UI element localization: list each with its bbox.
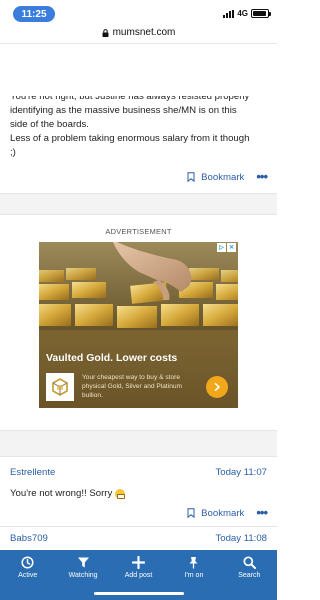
- post-time[interactable]: Today 11:07: [215, 467, 267, 478]
- more-options-button[interactable]: •••: [256, 506, 268, 519]
- section-gap: [0, 194, 277, 214]
- nav-label: Active: [18, 571, 38, 579]
- author-name[interactable]: Babs709: [10, 533, 48, 544]
- post-actions: Bookmark •••: [0, 167, 277, 187]
- gold-bars-image: [39, 242, 238, 342]
- ad-cta-button[interactable]: [206, 376, 228, 398]
- author-name[interactable]: Estrellente: [10, 467, 55, 478]
- search-icon: [242, 555, 256, 569]
- bookmark-label: Bookmark: [201, 171, 245, 183]
- section-gap: [0, 431, 277, 456]
- reply-header: Estrellente Today 11:07: [0, 463, 277, 481]
- address-bar[interactable]: mumsnet.com: [0, 22, 277, 44]
- grimace-emoji-icon: [115, 488, 126, 499]
- bookmark-button[interactable]: Bookmark: [187, 172, 244, 183]
- lock-icon: [102, 28, 109, 37]
- nav-search[interactable]: Search: [222, 550, 277, 584]
- advertisement[interactable]: ▷ ✕ Vaulted Gold. Lower costs Your cheape…: [39, 242, 238, 408]
- post-line: side of the boards.: [10, 119, 89, 130]
- pin-icon: [187, 556, 201, 569]
- advertiser-logo: [46, 373, 74, 401]
- filter-icon: [76, 556, 90, 569]
- bookmark-icon: [187, 508, 195, 518]
- bookmark-button[interactable]: Bookmark: [187, 508, 244, 519]
- bookmark-icon: [187, 172, 195, 182]
- signal-icon: [223, 9, 235, 18]
- reply-body: You're not wrong!! Sorry: [10, 488, 126, 499]
- content-clip: [0, 44, 277, 96]
- post-line: identifying as the massive business she/…: [10, 105, 237, 116]
- nav-add-post[interactable]: Add post: [111, 550, 166, 584]
- home-indicator[interactable]: [94, 592, 184, 595]
- network-type: 4G: [237, 9, 248, 18]
- url-text: mumsnet.com: [112, 27, 176, 38]
- status-indicators: 4G: [223, 9, 271, 18]
- divider: [0, 526, 277, 527]
- nav-watching[interactable]: Watching: [55, 550, 110, 584]
- reply-text: You're not wrong!! Sorry: [10, 488, 113, 499]
- chevron-right-icon: [214, 383, 220, 391]
- divider: [0, 456, 277, 457]
- battery-icon: [251, 9, 271, 18]
- more-options-button[interactable]: •••: [256, 170, 268, 183]
- post-time[interactable]: Today 11:08: [215, 533, 267, 544]
- plus-icon: [132, 555, 146, 569]
- ad-choices-icon[interactable]: ▷ ✕: [217, 243, 236, 252]
- post-line: ;): [10, 147, 16, 158]
- post-body: You're not right, but Justine has always…: [10, 90, 272, 160]
- ad-description: Your cheapest way to buy & store physica…: [82, 374, 183, 399]
- next-post-header: Babs709 Today 11:08: [0, 529, 277, 547]
- nav-label: I'm on: [184, 571, 204, 579]
- nav-label: Watching: [68, 571, 98, 579]
- divider: [0, 214, 277, 215]
- reply-actions: Bookmark •••: [0, 503, 277, 523]
- status-bar: 11:25 4G: [0, 0, 277, 22]
- ad-label: ADVERTISEMENT: [105, 227, 172, 236]
- nav-label: Search: [238, 571, 261, 579]
- nav-active[interactable]: Active: [0, 550, 55, 584]
- clock-icon: [21, 555, 35, 569]
- bookmark-label: Bookmark: [201, 507, 245, 519]
- post-line: Less of a problem taking enormous salary…: [10, 133, 250, 144]
- bottom-nav: Active Watching Add post I'm on Search: [0, 550, 277, 584]
- nav-im-on[interactable]: I'm on: [166, 550, 221, 584]
- status-time: 11:25: [13, 6, 55, 22]
- page: You're not right, but Justine has always…: [0, 0, 277, 600]
- ad-title: Vaulted Gold. Lower costs: [46, 352, 178, 364]
- nav-label: Add post: [124, 571, 153, 579]
